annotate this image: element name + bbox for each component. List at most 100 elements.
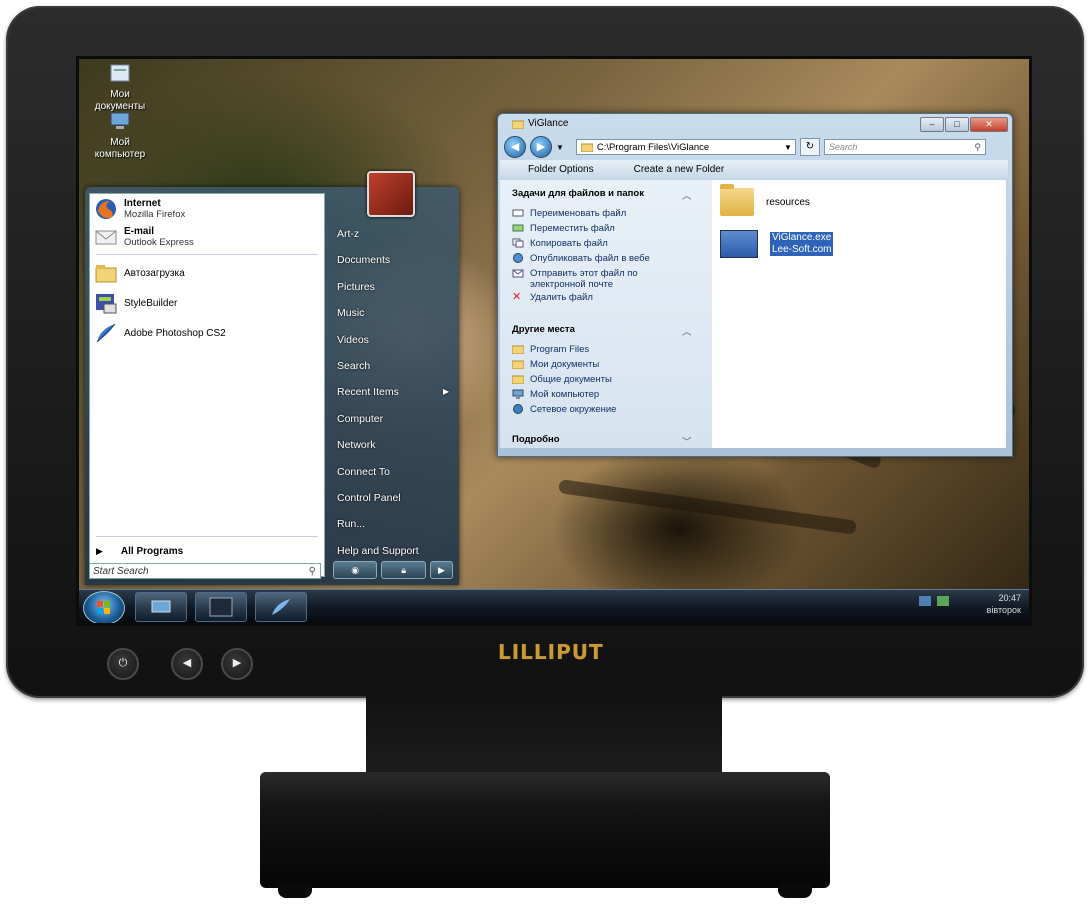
folder-options-button[interactable]: Folder Options xyxy=(528,164,594,175)
place-my-documents[interactable]: Мои документы xyxy=(512,359,692,370)
place-label: Мой компьютер xyxy=(530,389,600,400)
recent-stylebuilder[interactable]: StyleBuilder xyxy=(94,290,177,316)
place-program-files[interactable]: Program Files xyxy=(512,344,692,355)
close-button[interactable]: ✕ xyxy=(970,117,1008,132)
network-icon[interactable] xyxy=(919,596,931,606)
chevron-right-icon: ▶ xyxy=(437,564,445,575)
place-shared-documents[interactable]: Общие документы xyxy=(512,374,692,385)
task-rename[interactable]: Переименовать файл xyxy=(512,208,692,219)
recent-autorun[interactable]: Автозагрузка xyxy=(94,260,185,286)
refresh-button[interactable]: ↻ xyxy=(799,138,820,156)
task-email[interactable]: Отправить этот файл по электронной почте xyxy=(512,268,692,290)
arrow-right-icon: ▶ xyxy=(96,545,103,556)
places-item-pictures[interactable]: Pictures xyxy=(331,274,455,300)
start-button[interactable] xyxy=(83,591,125,623)
task-copy[interactable]: Копировать файл xyxy=(512,238,692,249)
address-text: C:\Program Files\ViGlance xyxy=(596,141,710,153)
expand-icon[interactable]: ﹀ xyxy=(682,434,692,448)
arrow-left-icon: ◀ xyxy=(182,657,192,669)
place-my-computer[interactable]: Мой компьютер xyxy=(512,389,692,400)
file-item-viglance-exe[interactable]: ViGlance.exe Lee-Soft.com xyxy=(720,230,834,258)
task-group-heading[interactable]: Задачи для файлов и папок ︿ xyxy=(512,188,692,202)
collapse-icon[interactable]: ︿ xyxy=(682,324,692,338)
folder-icon xyxy=(512,375,524,384)
places-item-control-panel[interactable]: Control Panel xyxy=(331,485,455,511)
explorer-window: ViGlance – □ ✕ ◀ ▶ ▼ C:\Program Files\Vi… xyxy=(497,113,1013,457)
collapse-icon[interactable]: ︿ xyxy=(682,188,692,202)
forward-button[interactable]: ▶ xyxy=(530,136,552,158)
task-group-heading-text: Задачи для файлов и папок xyxy=(512,188,644,199)
maximize-button[interactable]: □ xyxy=(945,117,969,132)
user-avatar[interactable] xyxy=(367,171,415,217)
pinned-email[interactable]: E-mail Outlook Express xyxy=(94,224,194,250)
task-publish[interactable]: Опубликовать файл в вебе xyxy=(512,253,692,264)
taskbar: 20:47 вівторок xyxy=(79,589,1029,623)
taskbar-button-explorer[interactable] xyxy=(135,592,187,622)
monitor-left-button[interactable]: ◀ xyxy=(171,648,203,680)
places-item-run[interactable]: Run... xyxy=(331,511,455,537)
all-programs-button[interactable]: ▶ All Programs xyxy=(96,542,316,560)
firefox-icon xyxy=(96,199,116,219)
task-group-heading[interactable]: Подробно ﹀ xyxy=(512,434,692,448)
address-bar[interactable]: C:\Program Files\ViGlance ▼ xyxy=(575,139,796,155)
task-pane: Задачи для файлов и папок ︿ Переименовать… xyxy=(500,180,712,448)
task-delete[interactable]: ✕ Удалить файл xyxy=(512,292,692,304)
power-options-button[interactable]: ▶ xyxy=(429,561,454,579)
taskbar-button-xm[interactable] xyxy=(195,592,247,622)
start-search-input[interactable]: Start Search ⚲ xyxy=(89,563,321,579)
volume-icon[interactable] xyxy=(937,596,949,606)
place-network[interactable]: Сетевое окружение xyxy=(512,404,692,415)
search-icon: ⚲ xyxy=(974,141,981,152)
back-button[interactable]: ◀ xyxy=(504,136,526,158)
minimize-button[interactable]: – xyxy=(920,117,944,132)
places-item-network[interactable]: Network xyxy=(331,432,455,458)
places-item-artz[interactable]: Art-z xyxy=(331,221,455,247)
task-label: Копировать файл xyxy=(530,238,608,249)
computer-icon xyxy=(512,389,524,399)
navigation-bar: ◀ ▶ ▼ C:\Program Files\ViGlance ▼ ↻ Sear… xyxy=(504,136,1006,158)
recent-photoshop[interactable]: Adobe Photoshop CS2 xyxy=(94,320,226,346)
places-item-search[interactable]: Search xyxy=(331,353,455,379)
power-buttons: ◉ 🔒︎ ▶ xyxy=(333,561,454,579)
task-label: Переименовать файл xyxy=(530,208,627,219)
stylebuilder-icon xyxy=(96,294,117,314)
pinned-subtitle: Outlook Express xyxy=(124,237,194,248)
task-move[interactable]: Переместить файл xyxy=(512,223,692,234)
monitor-power-button[interactable]: ⏻ xyxy=(107,648,139,680)
folder-icon xyxy=(580,143,593,152)
places-item-music[interactable]: Music xyxy=(331,300,455,326)
places-item-computer[interactable]: Computer xyxy=(331,406,455,432)
desktop-icon-computer[interactable]: Мой компьютер xyxy=(89,111,151,161)
create-folder-button[interactable]: Create a new Folder xyxy=(634,164,725,175)
menu-separator xyxy=(96,536,318,537)
lock-button[interactable]: 🔒︎ xyxy=(381,561,426,579)
photoshop-feather-icon xyxy=(272,599,290,615)
file-item-resources[interactable]: resources xyxy=(720,184,810,216)
chevron-down-icon[interactable]: ▼ xyxy=(784,143,792,152)
task-group-heading[interactable]: Другие места ︿ xyxy=(512,324,692,338)
task-label: Удалить файл xyxy=(530,292,593,303)
folder-icon xyxy=(512,345,524,354)
places-item-recent-items[interactable]: Recent Items ▶ xyxy=(331,379,455,405)
clock-time[interactable]: 20:47 xyxy=(987,592,1021,604)
file-name: resources xyxy=(766,196,810,208)
monitor-right-button[interactable]: ▶ xyxy=(221,648,253,680)
task-group-heading-text: Другие места xyxy=(512,324,575,335)
screen: Мои документы Мой компьютер Internet Mozi… xyxy=(76,56,1032,626)
places-item-documents[interactable]: Documents xyxy=(331,247,455,273)
explorer-search-input[interactable]: Search ⚲ xyxy=(823,139,986,155)
brand-logo: LILLIPUT xyxy=(498,640,604,664)
places-item-connect-to[interactable]: Connect To xyxy=(331,459,455,485)
desktop-icon-documents[interactable]: Мои документы xyxy=(89,63,151,113)
history-dropdown-icon[interactable]: ▼ xyxy=(556,143,564,152)
file-subtitle: Lee-Soft.com xyxy=(770,244,834,256)
places-item-videos[interactable]: Videos xyxy=(331,327,455,353)
pinned-internet[interactable]: Internet Mozilla Firefox xyxy=(94,196,185,222)
window-title: ViGlance xyxy=(512,118,568,129)
power-button[interactable]: ◉ xyxy=(333,561,378,579)
menu-separator xyxy=(96,254,318,255)
taskbar-button-photoshop[interactable] xyxy=(255,592,307,622)
start-menu-places: Art-z Documents Pictures Music Videos Se… xyxy=(331,221,455,564)
computer-icon xyxy=(151,600,171,613)
file-name: ViGlance.exe xyxy=(770,232,834,244)
